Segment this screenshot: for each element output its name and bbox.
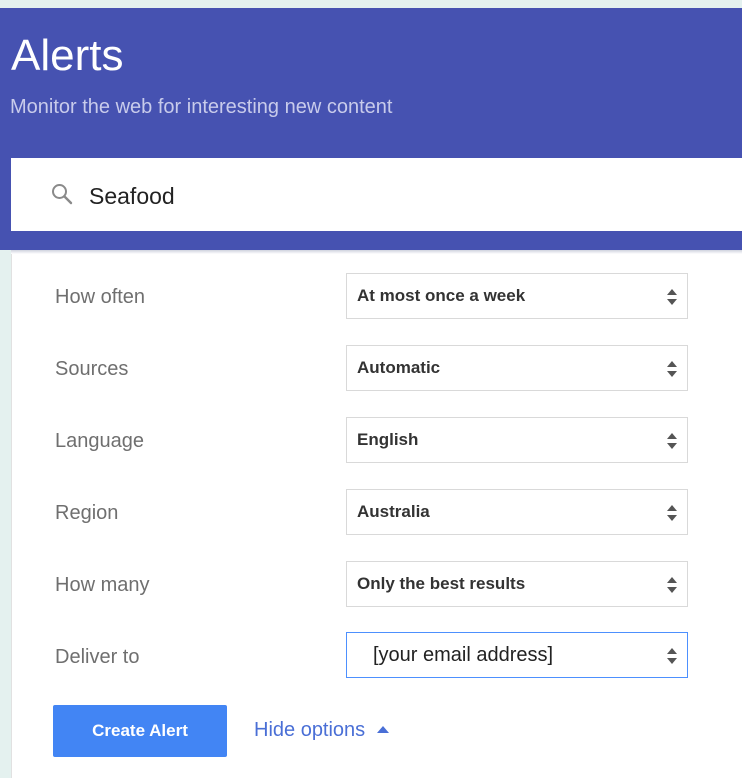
up-down-arrows-icon [667,577,677,593]
search-icon [52,184,73,205]
search-value[interactable]: Seafood [89,183,175,210]
hide-options-link[interactable]: Hide options [254,719,390,742]
sources-value: Automatic [357,358,441,377]
page-title: Alerts [11,31,124,80]
how-often-value: At most once a week [357,286,526,305]
top-strip [0,0,742,8]
deliver-to-select[interactable]: [your email address] [346,632,688,678]
search-input[interactable]: Seafood [11,158,742,231]
create-alert-button[interactable]: Create Alert [53,705,227,757]
hide-options-label: Hide options [254,719,366,741]
up-down-arrows-icon [667,433,677,449]
deliver-to-label: Deliver to [55,646,140,668]
alerts-page: Alerts Monitor the web for interesting n… [0,0,742,778]
how-many-value: Only the best results [357,574,526,593]
up-down-arrows-icon [667,505,677,521]
how-many-label: How many [55,574,150,596]
language-select[interactable]: English [346,417,688,463]
region-select[interactable]: Australia [346,489,688,535]
up-down-arrows-icon [667,289,677,305]
language-label: Language [55,430,144,452]
language-value: English [357,430,419,449]
how-often-select[interactable]: At most once a week [346,273,688,319]
panel-shadow [11,250,742,254]
sources-select[interactable]: Automatic [346,345,688,391]
sources-label: Sources [55,358,129,380]
page-subtitle: Monitor the web for interesting new cont… [10,96,393,118]
up-down-arrows-icon [667,361,677,377]
region-value: Australia [357,502,430,521]
how-often-label: How often [55,286,146,308]
caret-up-icon [377,726,390,733]
region-label: Region [55,502,119,524]
up-down-arrows-icon [667,648,677,664]
how-many-select[interactable]: Only the best results [346,561,688,607]
deliver-to-value: [your email address] [373,644,554,666]
